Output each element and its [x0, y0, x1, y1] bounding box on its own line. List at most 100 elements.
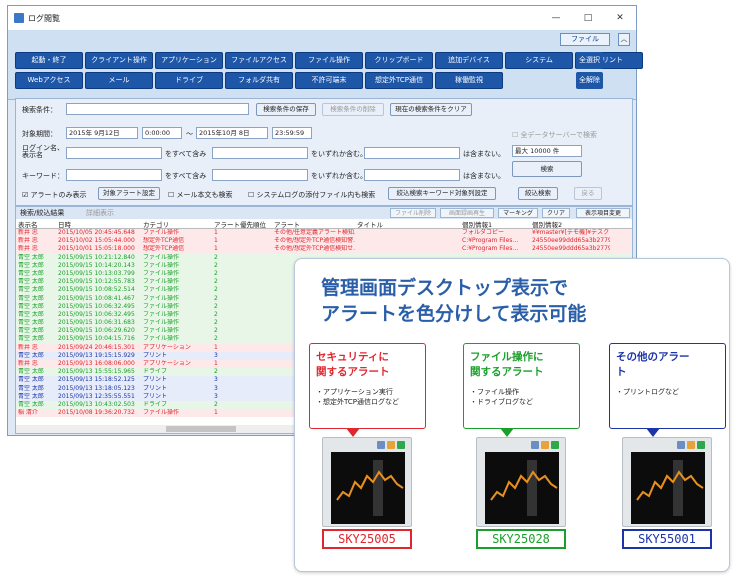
category-button[interactable]: 稼働監視 — [435, 72, 503, 89]
category-button[interactable]: システム — [505, 52, 573, 69]
clear-condition-button[interactable]: 現在の検索条件をクリア — [390, 103, 472, 116]
category-button[interactable]: フォルダ共有 — [225, 72, 293, 89]
column-header[interactable]: 個別情報2 — [530, 219, 610, 228]
table-cell: 2 — [214, 319, 218, 327]
table-cell: 青空 太郎 — [18, 261, 44, 269]
select-all-button[interactable]: 全選択 — [576, 52, 603, 69]
category-button[interactable]: 不許可端末 — [295, 72, 363, 89]
category-button[interactable]: ファイル操作 — [295, 52, 363, 69]
table-cell: 24550ee99ddd65a3b2779f13ee — [532, 237, 610, 245]
search-condition-select[interactable] — [66, 103, 249, 115]
attachment-checkbox[interactable]: ☐ システムログの添付ファイル内も検索 — [248, 190, 375, 200]
mail-body-checkbox[interactable]: ☐ メール本文も検索 — [168, 190, 233, 200]
alert-only-checkbox[interactable]: ☑ アラートのみ表示 — [22, 190, 87, 200]
box-title-1: ファイル操作に — [470, 351, 544, 363]
table-cell: 2 — [214, 278, 218, 286]
all-servers-checkbox[interactable]: ☐ 全データサーバーで検索 — [512, 130, 597, 140]
time-from-input[interactable]: 0:00:00 — [142, 127, 182, 139]
mail-body-label: メール本文も検索 — [176, 191, 233, 199]
save-condition-button[interactable]: 検索条件の保存 — [256, 103, 316, 116]
period-label: 対象期間： — [22, 130, 57, 138]
login-all-input[interactable] — [66, 147, 162, 159]
collapse-ribbon-button[interactable]: ︿ — [618, 33, 630, 46]
file-delete-button[interactable]: ファイル削除 — [390, 208, 436, 218]
time-to-input[interactable]: 23:59:59 — [272, 127, 312, 139]
table-cell: 2015/09/15 10:14:20.143 — [58, 261, 135, 269]
category-ribbon: ファイル ︿ 起動・終了 クライアント操作 アプリケーション ファイルアクセス ファイル… — [8, 30, 643, 100]
table-cell: 2015/09/13 12:35:55.551 — [58, 392, 135, 400]
table-cell: 2015/09/13 15:55:15.965 — [58, 368, 135, 376]
category-button[interactable]: 起動・終了 — [15, 52, 83, 69]
category-button[interactable]: Webアクセス — [15, 72, 83, 89]
minimize-button[interactable]: — — [540, 13, 572, 23]
target-alert-button[interactable]: 対象アラート設定 — [98, 187, 160, 200]
keyword-not-input[interactable] — [364, 169, 460, 181]
login-not-input[interactable] — [364, 147, 460, 159]
results-header: 検索/絞込結果 詳細表示 ファイル削除 画面録画再生 マーキング クリア 表示項… — [16, 207, 632, 219]
table-cell: 想定外TCP通信 — [143, 237, 185, 245]
title-bar: ログ閲覧 — □ ✕ — [8, 6, 636, 30]
category-button[interactable]: クライアント操作 — [85, 52, 153, 69]
column-header[interactable]: タイトル — [355, 219, 460, 228]
category-button[interactable]: メール — [85, 72, 153, 89]
table-cell: フォルダコピー — [462, 229, 505, 236]
box-bullet-1: ・ファイル操作 — [470, 388, 519, 396]
callout-heading-line2: アラートを色分けして表示可能 — [321, 303, 587, 325]
keyword-any-input[interactable] — [212, 169, 308, 181]
table-cell: ファイル操作 — [143, 229, 180, 236]
detail-view-tab[interactable]: 詳細表示 — [86, 208, 114, 218]
screen-play-button[interactable]: 画面録画再生 — [440, 208, 494, 218]
category-button[interactable]: ファイルアクセス — [225, 52, 293, 69]
table-cell: C:¥Program Files... — [462, 245, 519, 253]
column-header[interactable]: 表示名 — [16, 219, 56, 228]
column-header[interactable]: 日時 — [56, 219, 141, 228]
category-button[interactable]: アプリケーション — [155, 52, 223, 69]
column-change-button[interactable]: 表示項目変更 — [576, 208, 630, 218]
table-cell: アプリケーション — [143, 360, 191, 367]
column-header[interactable]: アラート — [272, 219, 355, 228]
table-row[interactable]: 新井 忠 2015/10/02 15:05:44.000 想定外TCP通信 1 その他/… — [16, 237, 632, 246]
table-row[interactable]: 新井 忠 2015/10/01 15:05:18.000 想定外TCP通信 1 その他/… — [16, 245, 632, 254]
box-pointer — [646, 428, 660, 437]
table-cell: 稲 清介 — [18, 409, 38, 417]
keyword-all-input[interactable] — [66, 169, 162, 181]
category-button[interactable]: 追加デバイス — [435, 52, 503, 69]
table-cell: ファイル操作 — [143, 327, 180, 335]
table-cell: 新井 忠 — [18, 229, 38, 236]
deselect-all-button[interactable]: 全解除 — [576, 72, 603, 89]
maximize-button[interactable]: □ — [572, 13, 604, 23]
date-from-input[interactable]: 2015年 9月12日 — [66, 127, 138, 139]
scrollbar-thumb[interactable] — [166, 426, 236, 432]
narrow-search-button[interactable]: 絞込検索 — [518, 187, 558, 200]
back-button[interactable]: 戻る — [574, 187, 602, 200]
close-button[interactable]: ✕ — [604, 13, 636, 23]
clear-marking-button[interactable]: クリア — [542, 208, 570, 218]
search-button[interactable]: 検索 — [512, 161, 582, 177]
box-title-1: その他のアラー — [616, 351, 690, 363]
table-cell: 2015/09/15 10:12:55.783 — [58, 278, 135, 286]
login-any-input[interactable] — [212, 147, 308, 159]
table-cell: 2015/09/15 10:21:12.840 — [58, 253, 135, 261]
alert-category-box: ファイル操作に 関するアラート ・ファイル操作 ・ドライブログなど — [463, 343, 580, 437]
keyword-not-text: は含まない。 — [463, 172, 505, 180]
column-header[interactable]: 個別情報1 — [460, 219, 530, 228]
category-button[interactable]: 想定外TCP通信 — [365, 72, 433, 89]
category-button[interactable]: クリップボード — [365, 52, 433, 69]
desktop-monitor — [622, 437, 712, 527]
keyword-column-setting-button[interactable]: 絞込検索キーワード対象列設定 — [388, 187, 496, 200]
marking-button[interactable]: マーキング — [498, 208, 538, 218]
table-cell: 2015/09/24 20:46:15.301 — [58, 343, 135, 351]
file-menu-button[interactable]: ファイル — [560, 33, 610, 46]
status-icon — [551, 441, 559, 449]
table-row[interactable]: 新井 忠 2015/10/05 20:45:45.648 ファイル操作 1 その他/任意… — [16, 229, 632, 238]
results-tab[interactable]: 検索/絞込結果 — [20, 208, 64, 218]
delete-condition-button[interactable]: 検索条件の削除 — [322, 103, 384, 116]
max-results-select[interactable]: 最大 10000 件 — [512, 145, 582, 157]
table-cell: 青空 太郎 — [18, 335, 44, 343]
category-button[interactable]: ドライブ — [155, 72, 223, 89]
column-header[interactable]: カテゴリ — [141, 219, 212, 228]
date-to-input[interactable]: 2015年10月 8日 — [196, 127, 268, 139]
column-header[interactable]: アラート優先順位 — [212, 219, 272, 228]
table-cell: C:¥Program Files... — [462, 237, 519, 245]
table-cell: プリント — [143, 392, 168, 400]
